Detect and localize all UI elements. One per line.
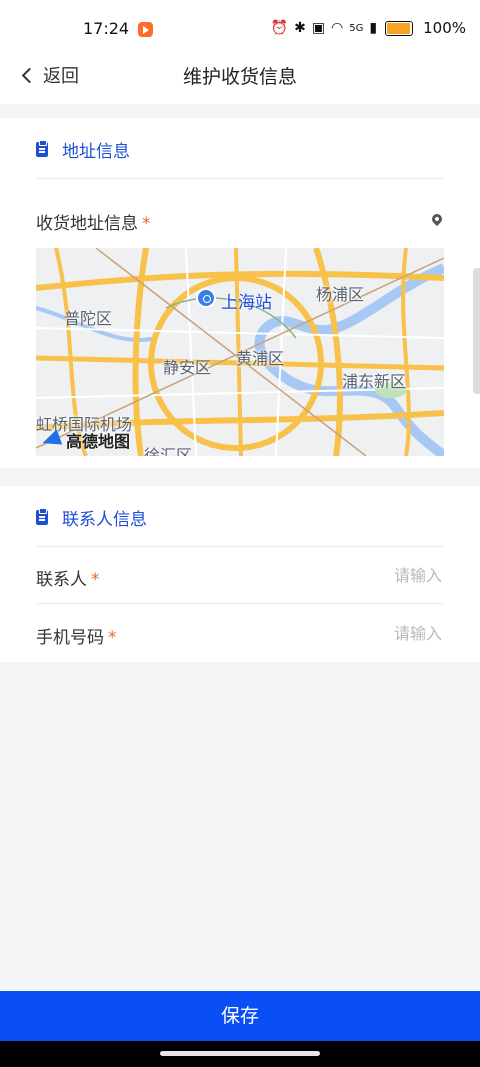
- signal-icon: ▮: [369, 20, 378, 36]
- save-button[interactable]: 保存: [0, 991, 480, 1041]
- map-district-label: 浦东新区: [342, 372, 407, 391]
- required-mark: *: [142, 214, 151, 234]
- map-district-label: 杨浦区: [316, 285, 365, 304]
- map-district-label: 黄浦区: [236, 349, 285, 368]
- contact-card: 联系人信息 联系人* 手机号码*: [0, 486, 480, 662]
- home-indicator[interactable]: [160, 1051, 320, 1056]
- address-section-title: 地址信息: [62, 142, 130, 162]
- side-handle[interactable]: [473, 268, 480, 394]
- wifi-icon: ◠: [331, 20, 344, 36]
- hd-icon: ▣: [311, 20, 326, 36]
- map-station-label: 上海站: [221, 293, 272, 313]
- page-title: 维护收货信息: [182, 66, 297, 88]
- system-nav-bar: [0, 1041, 480, 1067]
- contact-name-label: 联系人 *: [36, 570, 100, 590]
- map-district-label: 徐汇区: [144, 446, 193, 456]
- battery-percent: 100%: [423, 19, 466, 37]
- map-district-label: 普陀区: [64, 309, 113, 328]
- status-icons: ⏰ ✱ ▣ ◠ 5G ▮ 100%: [271, 19, 466, 37]
- required-mark: *: [91, 570, 100, 590]
- address-field-label: 收货地址信息 *: [36, 214, 151, 234]
- address-section-header: 地址信息: [36, 137, 130, 162]
- contact-name-input[interactable]: [240, 565, 444, 586]
- divider: [36, 178, 444, 179]
- network-type: 5G: [349, 22, 364, 34]
- app-notification-icon: [138, 22, 153, 37]
- clipboard-icon: [36, 508, 48, 525]
- map-brand: 高德地图: [39, 428, 130, 452]
- required-mark: *: [108, 628, 117, 648]
- navigation-arrow-icon: [39, 429, 63, 451]
- phone-input[interactable]: [240, 623, 444, 644]
- alarm-icon: ⏰: [270, 20, 289, 36]
- location-pin-icon[interactable]: [429, 211, 445, 227]
- address-map[interactable]: 上海站 杨浦区 普陀区 静安区 黄浦区 浦东新区 虹桥国际机场 徐汇区 高德地图: [36, 248, 444, 456]
- status-time: 17:24: [83, 19, 130, 38]
- divider: [36, 603, 444, 604]
- phone-label: 手机号码 *: [36, 628, 117, 648]
- battery-icon: [385, 20, 414, 36]
- map-district-label: 静安区: [163, 358, 212, 377]
- divider: [36, 546, 444, 547]
- nav-bar: 返回 维护收货信息: [0, 44, 480, 104]
- contact-section-header: 联系人信息: [36, 505, 147, 530]
- contact-section-title: 联系人信息: [62, 510, 147, 530]
- bluetooth-icon: ✱: [294, 20, 306, 36]
- station-pin-icon: [196, 288, 216, 308]
- clipboard-icon: [36, 140, 48, 157]
